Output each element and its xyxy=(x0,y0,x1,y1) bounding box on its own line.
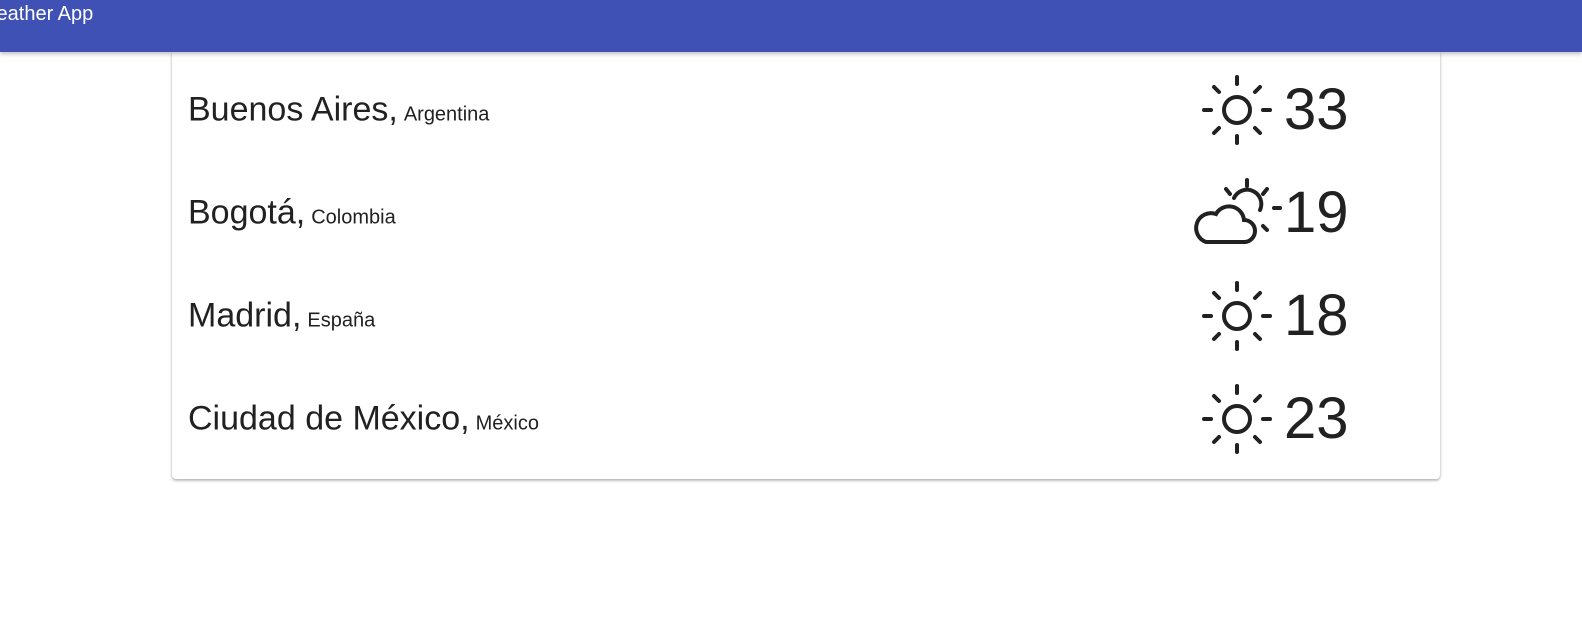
country-name: México xyxy=(475,412,539,434)
city-name: Buenos Aires xyxy=(188,90,389,128)
city-row-bogota[interactable]: Bogotá, Colombia 19 xyxy=(172,161,1440,264)
temperature: 33 xyxy=(1284,76,1349,142)
temperature: 23 xyxy=(1284,385,1349,451)
city-label: Madrid, España xyxy=(188,296,376,334)
city-label: Bogotá, Colombia xyxy=(188,193,396,231)
sun-icon xyxy=(1192,279,1282,353)
app-bar: Weather App xyxy=(0,0,1582,52)
country-name: Colombia xyxy=(311,206,396,228)
city-list: Buenos Aires, Argentina 33 Bogotá, Colom… xyxy=(172,52,1440,479)
sun-icon xyxy=(1192,73,1282,147)
city-row-buenos-aires[interactable]: Buenos Aires, Argentina 33 xyxy=(172,58,1440,161)
app-title: Weather App xyxy=(0,3,94,25)
city-name: Madrid xyxy=(188,296,292,334)
city-row-madrid[interactable]: Madrid, España 18 xyxy=(172,264,1440,367)
city-row-ciudad-de-mexico[interactable]: Ciudad de México, México 23 xyxy=(172,367,1440,470)
city-label: Buenos Aires, Argentina xyxy=(188,90,490,128)
city-label: Ciudad de México, México xyxy=(188,399,539,437)
country-name: Argentina xyxy=(403,103,490,125)
city-name: Ciudad de México xyxy=(188,399,461,437)
sun-icon xyxy=(1192,382,1282,456)
country-name: España xyxy=(307,309,376,331)
city-name: Bogotá xyxy=(188,193,296,231)
temperature: 18 xyxy=(1284,282,1349,348)
partly-cloudy-icon xyxy=(1192,176,1282,250)
temperature: 19 xyxy=(1284,179,1349,245)
